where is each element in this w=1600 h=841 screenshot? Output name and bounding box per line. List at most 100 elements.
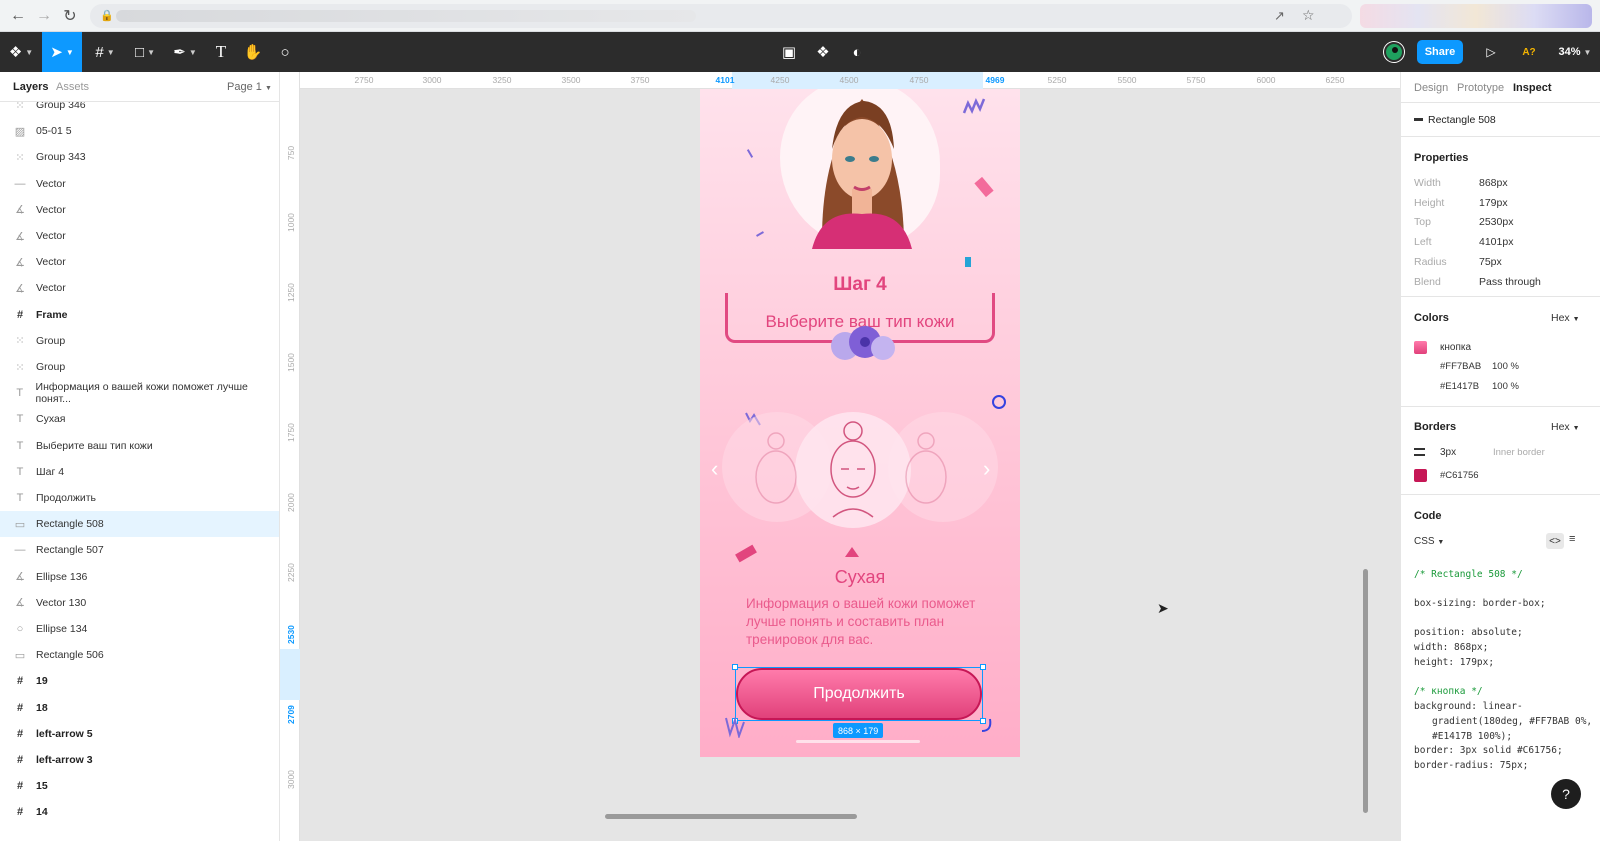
move-tool-icon[interactable]: ➤ ▼ xyxy=(42,32,82,72)
resize-handle[interactable] xyxy=(732,664,738,670)
avatar[interactable] xyxy=(1384,42,1404,62)
tab-prototype[interactable]: Prototype xyxy=(1457,82,1504,94)
ruler-tick-label: 1000 xyxy=(286,213,296,232)
property-value[interactable]: 2530px xyxy=(1479,216,1513,228)
color-format-select[interactable]: Hex ▼ xyxy=(1551,312,1580,324)
layer-row[interactable]: ▨ 05-01 5 xyxy=(0,118,279,144)
mobile-frame[interactable]: Шаг 4 Выберите ваш тип кожи ‹ › Сухая Ин… xyxy=(700,89,1020,757)
missing-fonts-icon[interactable]: A? xyxy=(1516,32,1542,72)
tab-layers[interactable]: Layers xyxy=(13,81,48,93)
page-selector[interactable]: Page 1 ▼ xyxy=(227,81,272,93)
border-color-swatch[interactable] xyxy=(1414,469,1427,482)
text-tool-icon[interactable]: T xyxy=(208,32,234,72)
crop-icon[interactable]: ▣ xyxy=(776,32,802,72)
back-icon[interactable]: ← xyxy=(8,6,28,26)
property-value[interactable]: 179px xyxy=(1479,197,1508,209)
color-stop-hex[interactable]: #FF7BAB xyxy=(1440,361,1481,372)
face-outline-illustration xyxy=(755,432,797,504)
shape-tool-icon[interactable]: □ ▼ xyxy=(128,32,162,72)
layer-row[interactable]: T Сухая xyxy=(0,406,279,432)
layer-row[interactable]: ⁙ Group xyxy=(0,328,279,354)
layer-row[interactable]: ∡ Vector 130 xyxy=(0,590,279,616)
layer-row[interactable]: — Vector xyxy=(0,171,279,197)
code-language-label: CSS xyxy=(1414,536,1435,547)
page-selector-label: Page 1 xyxy=(227,81,262,93)
layer-row[interactable]: T Информация о вашей кожи поможет лучше п… xyxy=(0,380,279,406)
layer-row[interactable]: #18 xyxy=(0,695,279,721)
pen-tool-icon[interactable]: ✒ ▼ xyxy=(168,32,202,72)
tab-assets[interactable]: Assets xyxy=(56,81,89,93)
color-swatch[interactable] xyxy=(1414,341,1427,354)
horizontal-scrollbar[interactable] xyxy=(605,814,857,819)
main-menu-icon[interactable]: ❖ ▼ xyxy=(6,32,36,72)
zoom-menu[interactable]: 34% ▼ xyxy=(1554,32,1596,72)
comment-tool-icon[interactable]: ○ xyxy=(272,32,298,72)
right-arrow-icon[interactable]: › xyxy=(983,456,990,482)
vertical-scrollbar[interactable] xyxy=(1363,569,1368,813)
layer-row[interactable]: #14 xyxy=(0,799,279,825)
help-button[interactable]: ? xyxy=(1551,779,1581,809)
image-icon: ▨ xyxy=(14,125,26,138)
code-view-icon[interactable]: <> xyxy=(1546,533,1564,549)
layer-row[interactable]: #15 xyxy=(0,773,279,799)
confetti-piece xyxy=(746,149,754,158)
property-key: Left xyxy=(1414,236,1432,249)
property-value[interactable]: 868px xyxy=(1479,177,1508,189)
reload-icon[interactable]: ↻ xyxy=(60,6,80,26)
code-line: width: 868px; xyxy=(1414,642,1489,653)
layer-row[interactable]: ⁙ Group xyxy=(0,354,279,380)
layer-row[interactable]: ∡ Vector xyxy=(0,197,279,223)
resize-handle[interactable] xyxy=(980,664,986,670)
share-button[interactable]: Share xyxy=(1417,40,1463,64)
layer-row[interactable]: ▭ Rectangle 506 xyxy=(0,642,279,668)
layer-row[interactable]: T Шаг 4 xyxy=(0,459,279,485)
layer-row[interactable]: ∡ Vector xyxy=(0,249,279,275)
code-line: #E1417B 100%); xyxy=(1432,731,1513,742)
code-line: background: linear- xyxy=(1414,701,1523,712)
address-bar[interactable]: 🔒 ↗ ☆ xyxy=(90,4,1352,28)
tab-design[interactable]: Design xyxy=(1414,82,1448,94)
ruler-tick-label: 5750 xyxy=(1186,75,1206,85)
vector-icon: ∡ xyxy=(15,204,25,217)
layer-row[interactable]: # Frame xyxy=(0,302,279,328)
blurred-url xyxy=(116,10,696,22)
frame-tool-icon[interactable]: # ▼ xyxy=(88,32,122,72)
forward-icon[interactable]: → xyxy=(34,6,54,26)
ruler-tick-label: 2250 xyxy=(286,563,296,582)
tab-inspect[interactable]: Inspect xyxy=(1513,82,1552,94)
layer-row[interactable]: ∡ Ellipse 136 xyxy=(0,564,279,590)
present-play-icon[interactable]: ▷ xyxy=(1478,32,1504,72)
face-outline-illustration xyxy=(905,432,947,504)
layer-row[interactable]: ▭ Rectangle 508 xyxy=(0,511,279,538)
property-value[interactable]: 75px xyxy=(1479,256,1502,268)
left-arrow-icon[interactable]: ‹ xyxy=(711,456,718,482)
border-color-hex[interactable]: #C61756 xyxy=(1440,470,1479,481)
design-canvas[interactable]: 2750 3000 3250 3500 3750 4101 4250 4500 4750 4969… xyxy=(280,72,1400,841)
border-format-select[interactable]: Hex ▼ xyxy=(1551,421,1580,433)
layer-row[interactable]: ○ Ellipse 134 xyxy=(0,616,279,642)
layer-row[interactable]: ∡ Vector xyxy=(0,223,279,249)
layer-row[interactable]: T Продолжить xyxy=(0,485,279,511)
code-line: position: absolute; xyxy=(1414,627,1523,638)
layer-row[interactable]: # left-arrow 3 xyxy=(0,747,279,773)
layer-label: Выберите ваш тип кожи xyxy=(36,439,153,452)
contrast-icon[interactable]: ◐ xyxy=(844,32,870,72)
ruler-tick-label: 5250 xyxy=(1047,75,1067,85)
layer-row[interactable]: T Выберите ваш тип кожи xyxy=(0,433,279,459)
hand-tool-icon[interactable]: ✋ xyxy=(240,32,266,72)
layer-row[interactable]: #19 xyxy=(0,668,279,694)
code-language-select[interactable]: CSS ▼ xyxy=(1414,536,1444,547)
component-icon[interactable]: ❖ xyxy=(810,32,836,72)
property-value[interactable]: Pass through xyxy=(1479,276,1541,288)
rectangle-layer-icon xyxy=(1414,118,1423,121)
layer-row[interactable]: # left-arrow 5 xyxy=(0,721,279,747)
layer-row[interactable]: — Rectangle 507 xyxy=(0,537,279,563)
color-stop-hex[interactable]: #E1417B xyxy=(1440,381,1479,392)
layer-row[interactable]: ⁙ Group 346 xyxy=(0,102,279,118)
bookmark-star-icon[interactable]: ☆ xyxy=(1302,7,1315,24)
layer-row[interactable]: ⁙ Group 343 xyxy=(0,144,279,170)
share-page-icon[interactable]: ↗ xyxy=(1274,8,1285,24)
property-value[interactable]: 4101px xyxy=(1479,236,1513,248)
list-view-icon[interactable]: ≡ xyxy=(1569,533,1575,545)
layer-row[interactable]: ∡ Vector xyxy=(0,275,279,301)
